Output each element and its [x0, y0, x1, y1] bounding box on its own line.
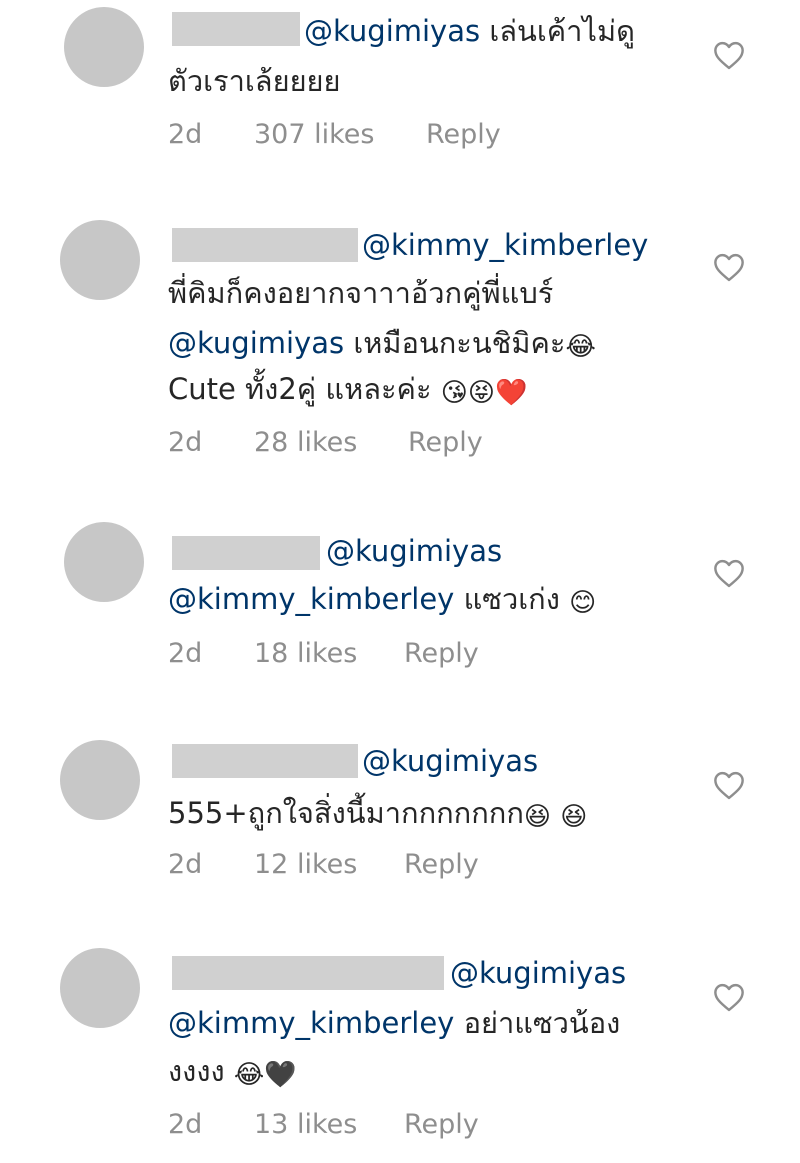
redacted-username[interactable] — [172, 228, 358, 262]
grinning-squint-emoji: 😆 — [523, 802, 552, 832]
comment-text-line: @kimmy_kimberley — [362, 226, 648, 264]
avatar[interactable] — [60, 220, 140, 300]
comment-text: เหมือนกะนชิมิคะ — [353, 326, 566, 360]
heart-icon[interactable] — [712, 770, 746, 800]
likes-count[interactable]: 13 likes — [254, 1108, 357, 1142]
comment-text-line: 555+ถูกใจสิ่งนี้มากกกกกกก😆 😆 — [168, 794, 587, 832]
redacted-username[interactable] — [172, 744, 358, 778]
likes-count[interactable]: 18 likes — [254, 637, 357, 671]
reply-button[interactable]: Reply — [426, 118, 501, 152]
avatar[interactable] — [60, 740, 140, 820]
comment-text-line: งงงง 😂🖤 — [168, 1052, 297, 1090]
comment-text-line: @kimmy_kimberley แซวเก่ง 😊 — [168, 580, 596, 618]
avatar[interactable] — [60, 948, 140, 1028]
comment-text-line: พี่คิมก็คงอยากจาาาอ้วกคู่พี่แบร์ — [168, 274, 553, 312]
comment-time[interactable]: 2d — [168, 1108, 202, 1142]
comment-text-line: Cute ทั้ง2คู่ แหละค่ะ 😘😝❤️ — [168, 370, 527, 408]
comment-time[interactable]: 2d — [168, 637, 202, 671]
redacted-username[interactable] — [172, 956, 444, 990]
comment-text: อย่าแซวน้อง — [463, 1006, 621, 1040]
comment-time[interactable]: 2d — [168, 426, 202, 460]
mention-link[interactable]: @kugimiyas — [450, 956, 626, 990]
mention-link[interactable]: @kugimiyas — [362, 744, 538, 778]
likes-count[interactable]: 28 likes — [254, 426, 357, 460]
comment-text-line: ตัวเราเล้ยยยย — [168, 62, 341, 100]
reply-button[interactable]: Reply — [408, 426, 483, 460]
comment-text-line: @kugimiyas — [450, 954, 626, 992]
comment-text-line: @kugimiyas — [326, 532, 502, 570]
smile-emoji: 😊 — [569, 588, 597, 618]
comment-text: แซวเก่ง — [463, 582, 560, 616]
redacted-username[interactable] — [172, 12, 300, 46]
heart-icon[interactable] — [712, 558, 746, 588]
tongue-emoji: 😝 — [467, 378, 495, 408]
comment-text-line: @kimmy_kimberley อย่าแซวน้อง — [168, 1004, 620, 1042]
reply-button[interactable]: Reply — [404, 1108, 479, 1142]
comment-text: ตัวเราเล้ยยยย — [168, 64, 341, 98]
mention-link[interactable]: @kimmy_kimberley — [168, 1006, 454, 1040]
grinning-squint-emoji: 😆 — [560, 802, 588, 832]
comment-text: เล่นเค้าไม่ดู — [489, 14, 635, 48]
avatar[interactable] — [64, 7, 144, 87]
laughing-tears-emoji: 😂 — [233, 1060, 265, 1090]
mention-link[interactable]: @kugimiyas — [326, 534, 502, 568]
heart-icon[interactable] — [712, 982, 746, 1012]
comment-text: พี่คิมก็คงอยากจาาาอ้วกคู่พี่แบร์ — [168, 276, 554, 310]
comment-text: Cute ทั้ง2คู่ แหละค่ะ — [168, 372, 432, 406]
comment-text-line: @kugimiyas เล่นเค้าไม่ดู — [304, 12, 635, 50]
comment-text: 555+ถูกใจสิ่งนี้มากกกกกกก — [168, 796, 524, 830]
reply-button[interactable]: Reply — [404, 637, 479, 671]
likes-count[interactable]: 307 likes — [254, 118, 374, 152]
mention-link[interactable]: @kugimiyas — [168, 326, 344, 360]
redacted-username[interactable] — [172, 536, 320, 570]
comment-time[interactable]: 2d — [168, 848, 202, 882]
comment-time[interactable]: 2d — [168, 118, 202, 152]
red-heart-emoji: ❤️ — [494, 378, 528, 408]
heart-icon[interactable] — [712, 40, 746, 70]
kiss-emoji: 😘 — [440, 378, 468, 408]
mention-link[interactable]: @kimmy_kimberley — [168, 582, 454, 616]
laughing-tears-emoji: 😂 — [565, 332, 596, 362]
likes-count[interactable]: 12 likes — [254, 848, 357, 882]
reply-button[interactable]: Reply — [404, 848, 479, 882]
comment-text-line: @kugimiyas เหมือนกะนชิมิคะ😂 — [168, 324, 596, 362]
black-heart-emoji: 🖤 — [264, 1060, 297, 1090]
heart-icon[interactable] — [712, 252, 746, 282]
comment-text-line: @kugimiyas — [362, 742, 538, 780]
avatar[interactable] — [64, 522, 144, 602]
comment-text: งงงง — [168, 1054, 225, 1088]
mention-link[interactable]: @kugimiyas — [304, 14, 480, 48]
mention-link[interactable]: @kimmy_kimberley — [362, 228, 648, 262]
